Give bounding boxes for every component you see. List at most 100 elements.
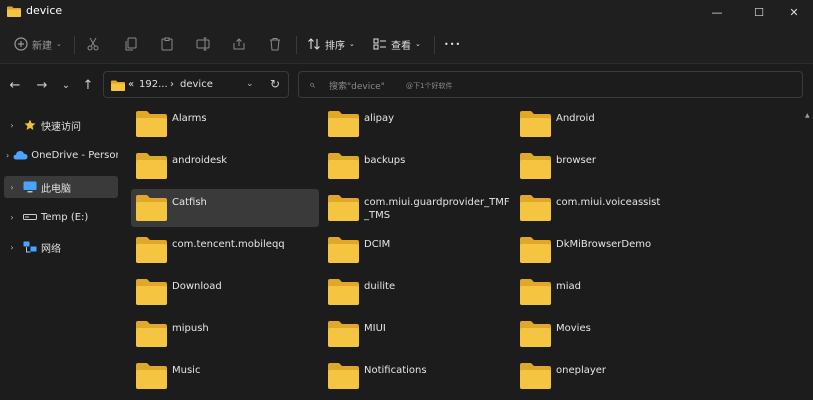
file-item[interactable]: Download	[131, 273, 319, 311]
file-item[interactable]: oneplayer	[515, 357, 703, 395]
close-button[interactable]: ✕	[775, 0, 813, 24]
search-input[interactable]: 搜索"device"	[329, 79, 385, 92]
chevron-right-icon[interactable]: ›	[6, 243, 18, 252]
delete-button[interactable]	[268, 34, 282, 54]
maximize-button[interactable]: ☐	[740, 0, 778, 24]
file-item[interactable]: mipush	[131, 315, 319, 353]
file-item[interactable]: backups	[323, 147, 511, 185]
file-item[interactable]: duilite	[323, 273, 511, 311]
recent-locations-button[interactable]: ⌄	[57, 76, 75, 94]
maximize-icon: ☐	[754, 5, 764, 19]
file-item[interactable]: com.miui.voiceassist	[515, 189, 703, 227]
view-icon	[373, 38, 386, 50]
folder-icon	[135, 236, 168, 264]
minimize-button[interactable]: —	[698, 0, 736, 24]
address-dropdown-icon[interactable]: ⌄	[246, 79, 254, 89]
sort-button[interactable]: 排序 ⌄	[307, 34, 355, 54]
chevron-down-icon: ⌄	[61, 79, 71, 91]
folder-icon	[519, 152, 552, 180]
file-name: Movies	[556, 323, 591, 334]
refresh-icon[interactable]: ↻	[270, 77, 280, 91]
chevron-down-icon: ⌄	[349, 40, 355, 48]
folder-icon	[135, 362, 168, 390]
address-separator: ›	[170, 79, 174, 90]
file-item[interactable]: alipay	[323, 105, 511, 143]
sidebar-item[interactable]: › 快速访问	[4, 114, 118, 136]
scissors-icon	[87, 37, 99, 51]
file-item[interactable]: miad	[515, 273, 703, 311]
file-item[interactable]: com.tencent.mobileqq	[131, 231, 319, 269]
address-overflow[interactable]: «	[128, 79, 134, 90]
file-item[interactable]: DCIM	[323, 231, 511, 269]
file-list: ▲ Alarms alipay Android androidesk backups br…	[122, 104, 813, 400]
folder-icon	[519, 320, 552, 348]
address-segment[interactable]: 192...	[139, 79, 168, 90]
paste-button[interactable]	[160, 34, 174, 54]
folder-icon	[327, 278, 360, 306]
network-icon	[22, 240, 38, 254]
folder-icon	[519, 110, 552, 138]
file-name: androidesk	[172, 155, 228, 166]
chevron-down-icon: ⌄	[56, 40, 62, 48]
navigation-bar: ← → ⌄ ↑ « 192... › device ⌄ ↻ ⌕ 搜索"devic…	[0, 64, 813, 104]
more-options-button[interactable]: •••	[444, 34, 461, 54]
sidebar-item-label: OneDrive - Personal	[31, 149, 118, 161]
watermark-text: @下1个好软件	[406, 82, 453, 90]
file-item[interactable]: browser	[515, 147, 703, 185]
file-item[interactable]: Notifications	[323, 357, 511, 395]
file-name: Notifications	[364, 365, 427, 376]
folder-icon	[7, 6, 21, 17]
back-button[interactable]: ←	[6, 76, 24, 94]
rename-button[interactable]	[196, 34, 210, 54]
forward-button[interactable]: →	[33, 76, 51, 94]
trash-icon	[270, 38, 280, 51]
file-item[interactable]: Movies	[515, 315, 703, 353]
file-name: browser	[556, 155, 597, 166]
up-button[interactable]: ↑	[79, 76, 97, 94]
file-item[interactable]: Alarms	[131, 105, 319, 143]
rename-icon	[196, 37, 210, 51]
view-button[interactable]: 查看 ⌄	[373, 34, 421, 54]
address-segment[interactable]: device	[180, 79, 213, 90]
file-name: alipay	[364, 113, 395, 124]
sidebar-item[interactable]: › Temp (E:)	[4, 206, 118, 228]
cut-button[interactable]	[86, 34, 100, 54]
drive-icon	[22, 210, 38, 224]
toolbar-divider	[296, 36, 297, 54]
sidebar-item[interactable]: › 此电脑	[4, 176, 118, 198]
file-item[interactable]: MIUI	[323, 315, 511, 353]
chevron-right-icon[interactable]: ›	[6, 213, 18, 222]
scroll-up-icon[interactable]: ▲	[805, 112, 810, 119]
chevron-right-icon[interactable]: ›	[6, 151, 9, 160]
file-item[interactable]: DkMiBrowserDemo	[515, 231, 703, 269]
sidebar-item-label: 此电脑	[41, 183, 71, 195]
address-bar[interactable]: « 192... › device ⌄ ↻	[103, 71, 289, 98]
new-button[interactable]: 新建 ⌄	[14, 34, 62, 54]
folder-icon	[111, 80, 125, 91]
navigation-pane: ›快速访问›OneDrive - Personal›此电脑›Temp (E:)›…	[0, 104, 122, 400]
file-item[interactable]: com.miui.guardprovider_TMF_TMS	[323, 189, 511, 227]
sidebar-item[interactable]: › 网络	[4, 236, 118, 258]
sidebar-item[interactable]: › OneDrive - Personal	[4, 144, 118, 166]
folder-icon	[519, 194, 552, 222]
search-icon: ⌕	[309, 78, 316, 91]
search-box[interactable]: ⌕ 搜索"device" @下1个好软件	[298, 71, 803, 98]
file-item[interactable]: androidesk	[131, 147, 319, 185]
file-name: miad	[556, 281, 581, 292]
chevron-right-icon[interactable]: ›	[6, 183, 18, 192]
file-item[interactable]: Music	[131, 357, 319, 395]
command-bar: 新建 ⌄ 排序 ⌄ 查看 ⌄ •••	[0, 24, 813, 64]
copy-button[interactable]	[124, 34, 138, 54]
share-icon	[233, 38, 245, 50]
chevron-right-icon[interactable]: ›	[6, 121, 18, 130]
folder-icon	[519, 236, 552, 264]
clipboard-icon	[161, 37, 173, 51]
vertical-scrollbar[interactable]: ▲	[805, 112, 811, 398]
file-item[interactable]: Android	[515, 105, 703, 143]
arrow-left-icon: ←	[9, 77, 21, 93]
sidebar-item-label: 网络	[41, 243, 61, 255]
share-button[interactable]	[232, 34, 246, 54]
file-item[interactable]: Catfish	[131, 189, 319, 227]
file-name: Download	[172, 281, 222, 292]
sort-label: 排序	[325, 40, 345, 52]
